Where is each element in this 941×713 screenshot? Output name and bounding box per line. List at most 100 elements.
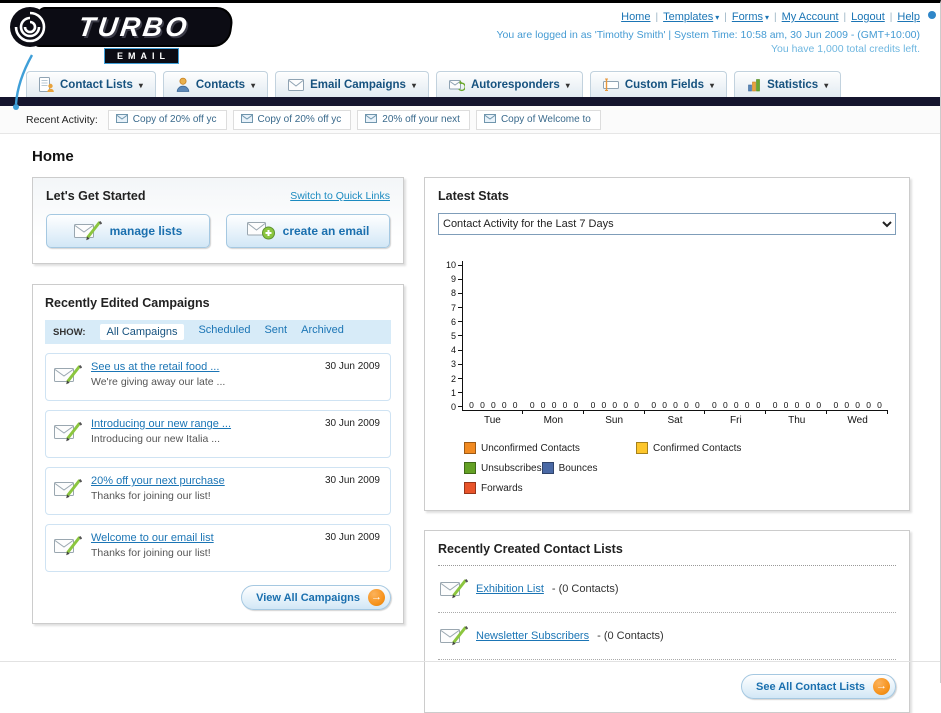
recent-activity-item[interactable]: Copy of Welcome to <box>475 109 601 130</box>
top-link-label: Help <box>897 11 920 23</box>
campaigns-filter-bar: SHOW: All Campaigns Scheduled Sent Archived <box>45 320 391 344</box>
nav-tab-label: Statistics <box>767 78 819 91</box>
campaign-row[interactable]: Welcome to our email list Thanks for joi… <box>45 524 391 572</box>
campaign-title-link[interactable]: See us at the retail food ... <box>91 361 225 373</box>
chart-legend: Unconfirmed Contacts Confirmed Contacts … <box>464 442 896 494</box>
recently-created-contact-lists-panel: Recently Created Contact Lists Exhibitio… <box>424 530 910 713</box>
bar-value-label: 0 <box>601 399 607 410</box>
recent-activity-item[interactable]: 20% off your next <box>357 109 470 130</box>
top-link-forms[interactable]: Forms <box>732 11 769 23</box>
bar-value-label: 0 <box>634 399 639 410</box>
top-link-help[interactable]: Help <box>897 11 920 23</box>
pencil-envelope-icon <box>54 532 83 562</box>
switch-quick-links-link[interactable]: Switch to Quick Links <box>290 190 390 202</box>
legend-swatch <box>541 462 554 474</box>
top-link-label: Templates <box>663 11 714 23</box>
legend-item: Confirmed Contacts <box>636 442 824 454</box>
statistics-icon <box>747 78 761 92</box>
top-link-label: Home <box>621 11 651 23</box>
bar-value-label: 0 <box>651 399 657 410</box>
view-all-campaigns-button[interactable]: View All Campaigns <box>241 585 391 610</box>
campaign-subject: Thanks for joining our list! <box>91 490 211 502</box>
chart-day-group: 00000 <box>584 399 645 411</box>
show-label: SHOW: <box>53 326 86 338</box>
bar-value-label: 0 <box>744 399 750 410</box>
y-tick-label: 4 <box>438 346 462 355</box>
caret-down-icon <box>412 79 416 91</box>
view-all-campaigns-label: View All Campaigns <box>256 591 360 604</box>
top-link-logout[interactable]: Logout <box>851 11 885 23</box>
get-started-panel: Let's Get Started Switch to Quick Links … <box>32 177 404 264</box>
y-tick-label: 10 <box>438 261 462 270</box>
campaign-title-link[interactable]: Welcome to our email list <box>91 532 214 544</box>
y-tick-label: 8 <box>438 289 462 298</box>
y-tick-label: 1 <box>438 388 462 397</box>
turbo-email-logo[interactable]: TURBO EMAIL <box>8 5 270 117</box>
autoresponders-icon <box>448 78 465 92</box>
campaign-title-link[interactable]: 20% off your next purchase <box>91 475 225 487</box>
campaigns-filter-tab-archived[interactable]: Archived <box>301 324 344 340</box>
bar-value-label: 0 <box>755 399 761 410</box>
y-tick-label: 3 <box>438 360 462 369</box>
pencil-envelope-icon <box>73 217 102 245</box>
arrow-right-icon <box>873 678 890 695</box>
campaign-row[interactable]: 20% off your next purchase Thanks for jo… <box>45 467 391 515</box>
y-tick-label: 7 <box>438 303 462 312</box>
contact-list-count: - (0 Contacts) <box>551 583 619 595</box>
main-content: Home Let's Get Started Switch to Quick L… <box>0 134 940 713</box>
contact-list-link[interactable]: Exhibition List <box>476 583 544 595</box>
caret-down-icon <box>566 79 570 91</box>
campaign-row[interactable]: See us at the retail food ... We're givi… <box>45 353 391 401</box>
campaign-date: 30 Jun 2009 <box>324 532 380 543</box>
page-title: Home <box>32 148 74 165</box>
chart-y-axis: 10 9 8 7 6 5 4 3 2 1 0 <box>438 261 462 411</box>
campaign-title-link[interactable]: Introducing our new range ... <box>91 418 231 430</box>
chart-day-group: 00000 <box>706 399 767 411</box>
nav-tab-label: Autoresponders <box>470 78 560 91</box>
bar-value-label: 0 <box>540 399 546 410</box>
contact-list-count: - (0 Contacts) <box>597 630 664 642</box>
header-meta: Home Templates Forms My Account Logout Help Y… <box>496 10 920 55</box>
campaign-subject: Thanks for joining our list! <box>91 547 211 559</box>
see-all-contact-lists-label: See All Contact Lists <box>755 680 865 693</box>
legend-swatch <box>464 462 476 474</box>
top-link-home[interactable]: Home <box>621 11 650 23</box>
campaigns-filter-tab-scheduled[interactable]: Scheduled <box>198 324 250 340</box>
legend-item: Bounces <box>541 462 714 474</box>
nav-tab-email-campaigns[interactable]: Email Campaigns <box>275 71 429 97</box>
caret-down-icon <box>824 79 828 91</box>
chart-day-group: 00000 <box>767 399 828 411</box>
campaigns-filter-tab-sent[interactable]: Sent <box>264 324 287 340</box>
campaigns-filter-tab-all-campaigns[interactable]: All Campaigns <box>99 324 185 340</box>
nav-tab-custom-fields[interactable]: Custom Fields <box>589 71 728 97</box>
top-link-label: My Account <box>781 11 839 23</box>
custom-fields-icon <box>602 78 619 91</box>
bar-value-label: 0 <box>590 399 596 410</box>
legend-item: Unconfirmed Contacts <box>464 442 636 454</box>
create-email-button[interactable]: create an email <box>226 214 390 248</box>
contact-list-link[interactable]: Newsletter Subscribers <box>476 630 589 642</box>
see-all-contact-lists-button[interactable]: See All Contact Lists <box>740 674 896 699</box>
bar-value-label: 0 <box>805 399 811 410</box>
campaign-row[interactable]: Introducing our new range ... Introducin… <box>45 410 391 458</box>
nav-tab-label: Email Campaigns <box>310 78 406 91</box>
envelope-icon <box>365 113 378 126</box>
bar-value-label: 0 <box>877 399 882 410</box>
separator <box>885 11 898 23</box>
swoosh-icon <box>10 53 38 118</box>
nav-tab-statistics[interactable]: Statistics <box>734 71 842 97</box>
recent-activity-label: Copy of Welcome to <box>500 114 591 125</box>
legend-item: Unsubscribes <box>464 462 542 474</box>
campaigns-filter-tabs: All Campaigns Scheduled Sent Archived <box>99 324 344 340</box>
stats-period-select[interactable]: Contact Activity for the Last 7 Days <box>438 213 896 235</box>
top-link-templates[interactable]: Templates <box>663 11 719 23</box>
chart-plot-column: 00000000000000000000000000000000000 Tue M… <box>462 261 888 426</box>
contact-lists-panel-title: Recently Created Contact Lists <box>438 542 896 566</box>
y-tick-label: 2 <box>438 374 462 383</box>
campaign-subject: We're giving away our late ... <box>91 376 226 388</box>
y-tick-label: 5 <box>438 331 462 340</box>
nav-tab-autoresponders[interactable]: Autoresponders <box>435 71 583 97</box>
top-link-my-account[interactable]: My Account <box>782 11 839 23</box>
manage-lists-button[interactable]: manage lists <box>46 214 210 248</box>
separator <box>650 11 663 23</box>
